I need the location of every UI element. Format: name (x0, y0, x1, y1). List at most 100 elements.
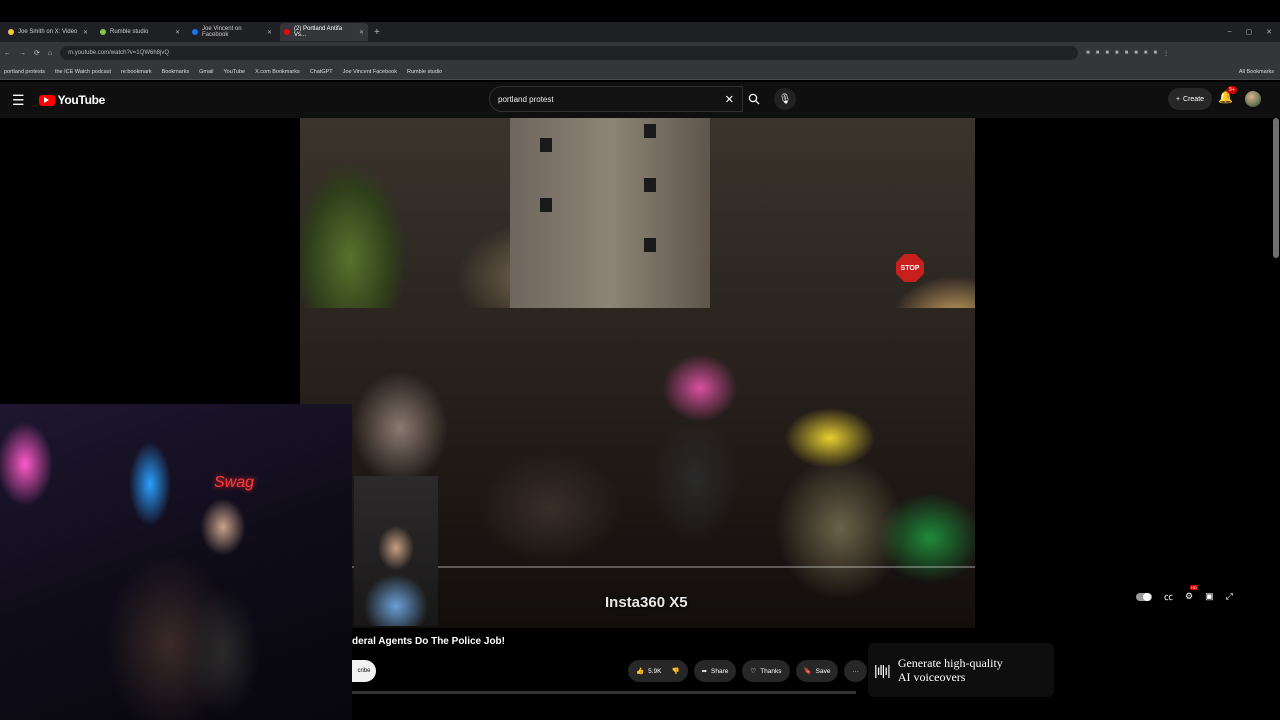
streamer-webcam-overlay: Swag (0, 404, 352, 720)
create-button[interactable]: + Create (1168, 88, 1212, 110)
tab-label: (2) Portland Antifa Vs... (294, 26, 343, 38)
thanks-label: Thanks (760, 667, 782, 675)
top-black-bar (0, 0, 1280, 22)
extension-icon[interactable]: ■ (1153, 50, 1157, 57)
building-window (540, 198, 552, 212)
new-tab-button[interactable]: + (374, 27, 380, 38)
like-count: 5.9K (648, 667, 662, 675)
forward-icon[interactable]: → (19, 50, 26, 57)
all-bookmarks-button[interactable]: All Bookmarks (1239, 69, 1280, 75)
youtube-play-icon (38, 94, 55, 106)
share-button[interactable]: ➦ Share (693, 660, 737, 682)
subscribe-button[interactable]: cribe (352, 660, 376, 682)
close-icon[interactable]: ✕ (359, 29, 364, 36)
close-icon[interactable]: ✕ (267, 29, 272, 36)
bookmark-item[interactable]: Joe Vincent Facebook (343, 69, 397, 75)
bookmarks-bar: portland protests the ICE Watch podcast … (0, 64, 1280, 80)
player-controls: ㏄ ⚙ HD ▣ ⤢ (1136, 585, 1233, 603)
maximize-button[interactable]: ▢ (1246, 28, 1253, 36)
bookmark-item[interactable]: Gmail (199, 69, 213, 75)
building-window (644, 238, 656, 252)
search-icon (748, 93, 760, 105)
bookmark-item[interactable]: re:bookmark (121, 69, 152, 75)
back-icon[interactable]: ← (4, 50, 11, 57)
thanks-button[interactable]: ♡ Thanks (742, 660, 790, 682)
bookmark-item[interactable]: ChatGPT (310, 69, 333, 75)
thumbs-up-icon: 👍 (636, 668, 645, 675)
extension-icon[interactable]: ■ (1105, 50, 1109, 57)
more-label: ··· (852, 667, 859, 675)
tab-label: Joe Vincent on Facebook (202, 26, 242, 38)
ad-text: Generate high-quality AI voiceovers (898, 656, 1003, 684)
search-input[interactable]: portland protest ✕ (489, 86, 743, 112)
browser-tab-2[interactable]: Rumble studio ✕ (96, 23, 184, 41)
hamburger-menu-icon[interactable]: ☰ (12, 92, 25, 109)
miniplayer-icon[interactable]: ▣ (1205, 591, 1214, 602)
close-window-button[interactable]: ✕ (1266, 28, 1272, 36)
extension-icon[interactable]: ■ (1096, 50, 1100, 57)
extension-icon[interactable]: ■ (1144, 50, 1148, 57)
video-actions: 👍 5.9K 👎 ➦ Share ♡ Thanks 🔖 Save ··· (628, 660, 867, 682)
extension-icon[interactable]: ■ (1125, 50, 1129, 57)
settings-button[interactable]: ⚙ HD (1185, 585, 1198, 602)
kebab-menu-icon[interactable]: ⋮ (1163, 50, 1169, 57)
fullscreen-icon[interactable]: ⤢ (1226, 591, 1233, 602)
bookmark-item[interactable]: the ICE Watch podcast (55, 69, 111, 75)
building-window (540, 138, 552, 152)
bookmark-icon: 🔖 (803, 668, 812, 675)
tab-label: Joe Smith on X: Video (18, 29, 78, 35)
account-avatar[interactable] (1245, 91, 1261, 107)
description-strip (352, 691, 856, 694)
search-query: portland protest (498, 94, 554, 104)
tab-favicon (100, 29, 106, 35)
browser-tab-strip: Joe Smith on X: Video ✕ Rumble studio ✕ … (0, 22, 1280, 42)
streamer (178, 482, 268, 720)
page-scrollbar[interactable] (1273, 118, 1279, 258)
tab-favicon (192, 29, 198, 35)
ad-line-2: AI voiceovers (897, 670, 966, 684)
voiceover-ad[interactable]: |ıl|ı| Generate high-quality AI voiceove… (868, 643, 1054, 697)
autoplay-toggle[interactable] (1136, 592, 1152, 601)
notifications-button[interactable]: 🔔 9+ (1218, 86, 1237, 104)
like-button[interactable]: 👍 5.9K 👎 (628, 660, 688, 682)
guest-webcam-overlay (354, 476, 438, 626)
more-actions-button[interactable]: ··· (844, 660, 867, 682)
minimize-button[interactable]: – (1228, 28, 1232, 36)
bookmark-item[interactable]: portland protests (4, 69, 45, 75)
hd-badge: HD (1190, 585, 1198, 590)
ad-line-1: Generate high-quality (897, 656, 1003, 670)
thumbs-down-icon[interactable]: 👎 (671, 667, 679, 675)
save-button[interactable]: 🔖 Save (795, 660, 839, 682)
close-icon[interactable]: ✕ (175, 29, 180, 36)
share-label: Share (711, 667, 729, 675)
reload-icon[interactable]: ⟳ (34, 49, 40, 57)
bookmark-item[interactable]: YouTube (223, 69, 245, 75)
extension-icon[interactable]: ■ (1086, 50, 1090, 57)
tab-label: Rumble studio (110, 29, 149, 35)
close-icon[interactable]: ✕ (83, 29, 88, 36)
browser-tab-3[interactable]: Joe Vincent on Facebook ✕ (188, 23, 276, 41)
extension-icon[interactable]: ■ (1134, 50, 1138, 57)
bookmark-item[interactable]: Bookmarks (162, 69, 190, 75)
home-icon[interactable]: ⌂ (48, 50, 52, 57)
video-title: deral Agents Do The Police Job! (352, 636, 505, 647)
bookmark-item[interactable]: X.com Bookmarks (255, 69, 300, 75)
logo-text: YouTube (57, 93, 106, 107)
building-window (644, 178, 656, 192)
thanks-icon: ♡ (750, 668, 757, 675)
voice-search-button[interactable]: 🎙 (774, 88, 796, 110)
gear-icon: ⚙ (1185, 591, 1194, 601)
bookmark-item[interactable]: Rumble studio (407, 69, 442, 75)
address-input[interactable]: m.youtube.com/watch?v=1QW6h8jvQ (60, 46, 1079, 60)
extensions-area: ■ ■ ■ ■ ■ ■ ■ ■ ⋮ (1086, 50, 1169, 57)
extension-icon[interactable]: ■ (1115, 50, 1119, 57)
clear-search-icon[interactable]: ✕ (725, 93, 734, 106)
browser-tab-1[interactable]: Joe Smith on X: Video ✕ (4, 23, 92, 41)
search-button[interactable] (743, 86, 765, 112)
youtube-logo[interactable]: YouTube (38, 93, 106, 107)
captions-icon[interactable]: ㏄ (1164, 590, 1173, 603)
video-building (510, 118, 710, 308)
browser-tab-4[interactable]: (2) Portland Antifa Vs... ✕ (280, 23, 368, 41)
save-label: Save (815, 667, 831, 675)
address-bar-row: ← → ⟳ ⌂ m.youtube.com/watch?v=1QW6h8jvQ … (0, 42, 1280, 64)
